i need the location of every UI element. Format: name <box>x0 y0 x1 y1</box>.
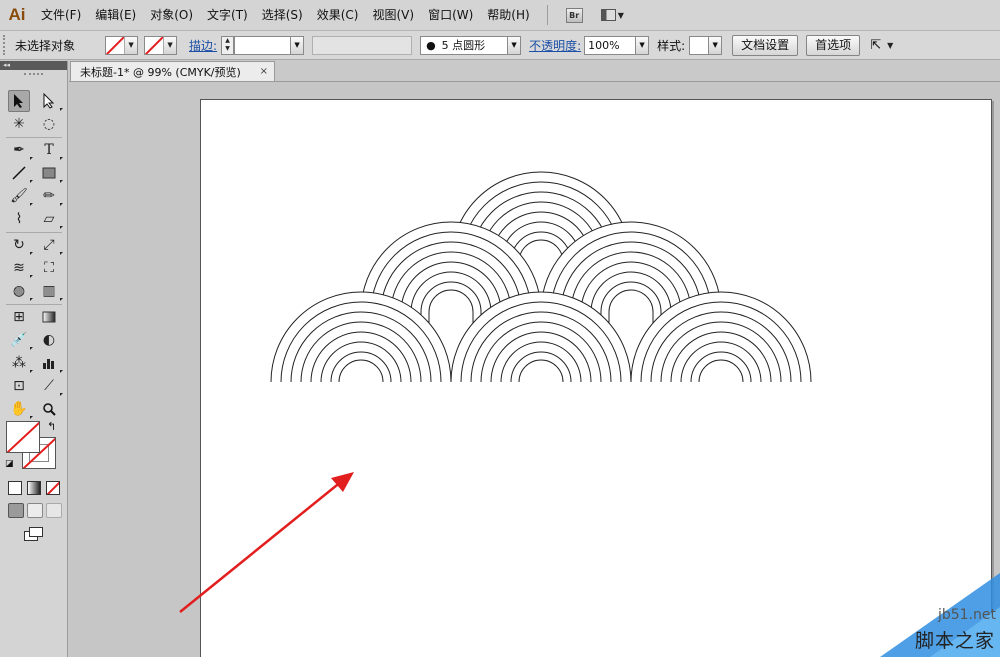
stroke-weight-field[interactable] <box>234 35 292 55</box>
menu-type[interactable]: 文字(T) <box>200 0 255 31</box>
chevron-down-icon[interactable]: ▼ <box>887 41 893 50</box>
stroke-label[interactable]: 描边: <box>189 37 217 54</box>
stroke-color-picker[interactable]: ▼ <box>144 35 178 55</box>
bridge-button[interactable]: Br <box>565 7 583 23</box>
fill-swatch[interactable] <box>6 421 40 453</box>
graphic-style-swatch[interactable] <box>689 35 710 55</box>
app-logo: Ai <box>8 5 26 24</box>
direct-selection-tool-icon[interactable] <box>38 90 63 112</box>
brush-definition-field[interactable]: ● 5 点圆形 <box>420 35 509 55</box>
document-tab[interactable]: 未标题-1* @ 99% (CMYK/预览) × <box>70 61 275 81</box>
stroke-none-swatch <box>145 36 165 54</box>
scale-tool-icon[interactable]: ⤢ <box>38 234 63 256</box>
eraser-tool-icon[interactable]: ▱ <box>38 208 63 230</box>
menu-view[interactable]: 视图(V) <box>365 0 421 31</box>
hand-tool-icon[interactable]: ✋ <box>8 398 33 420</box>
fill-color-picker[interactable]: ▼ <box>105 35 139 55</box>
zoom-tool-icon[interactable] <box>38 398 60 420</box>
chevron-down-icon: ▼ <box>125 36 138 54</box>
eyedropper-tool-icon[interactable]: 💉 <box>8 329 33 351</box>
opacity-value: 100% <box>588 38 620 52</box>
control-bar: 未选择对象 ▼ ▼ 描边: ▲ ▼ ▼ ● 5 点圆形 ▼ 不透明度: 100% … <box>0 31 1000 60</box>
stroke-weight-stepper[interactable]: ▲ ▼ <box>221 35 235 55</box>
draw-normal-icon[interactable] <box>8 503 24 518</box>
menu-edit[interactable]: 编辑(E) <box>88 0 143 31</box>
free-transform-tool-icon[interactable]: ⛶ <box>38 257 60 279</box>
menu-divider <box>546 5 548 25</box>
menu-object[interactable]: 对象(O) <box>143 0 200 31</box>
panel-grip[interactable] <box>3 35 9 55</box>
width-tool-icon[interactable]: ≋ <box>8 257 33 279</box>
draw-inside-icon[interactable] <box>46 503 62 518</box>
stroke-weight-dropdown[interactable]: ▼ <box>291 35 305 55</box>
opacity-dropdown[interactable]: ▼ <box>636 35 650 55</box>
canvas-area[interactable] <box>69 82 1000 657</box>
menu-select[interactable]: 选择(S) <box>255 0 310 31</box>
blend-tool-icon[interactable]: ◐ <box>38 329 60 351</box>
document-setup-button[interactable]: 文档设置 <box>732 34 799 56</box>
brush-dot-icon: ● <box>426 38 436 52</box>
brush-dropdown[interactable]: ▼ <box>508 35 522 55</box>
opacity-label[interactable]: 不透明度: <box>529 37 581 54</box>
line-tool-icon[interactable] <box>8 162 33 184</box>
blob-brush-tool-icon[interactable]: ⌇ <box>8 208 30 230</box>
tools-panel: ◂◂ ✳ ◌ ✒ T 🖌 ✏ ⌇ ▱ ↻ ⤢ ≋ ⛶ ◍ ▥ ⊞ 💉 ◐ ⁂ ⊡… <box>0 61 68 657</box>
color-mode-gradient[interactable] <box>27 481 41 495</box>
pencil-tool-icon[interactable]: ✏ <box>38 185 63 207</box>
variable-width-profile <box>312 35 413 55</box>
menu-file[interactable]: 文件(F) <box>34 0 88 31</box>
arrange-icon[interactable]: ⇱ <box>870 38 881 53</box>
opacity-field[interactable]: 100% <box>584 35 637 55</box>
watermark: jb51.net 脚本之家 <box>845 573 1000 657</box>
column-graph-tool-icon[interactable] <box>38 352 63 374</box>
menu-help[interactable]: 帮助(H) <box>480 0 536 31</box>
menu-effect[interactable]: 效果(C) <box>310 0 366 31</box>
type-tool-icon[interactable]: T <box>38 139 63 161</box>
gradient-tool-icon[interactable] <box>38 306 60 328</box>
tool-divider <box>6 137 62 138</box>
close-icon[interactable]: × <box>260 66 268 77</box>
rectangle-tool-icon[interactable] <box>38 162 63 184</box>
color-mode-none[interactable] <box>46 481 60 495</box>
symbol-sprayer-tool-icon[interactable]: ⁂ <box>8 352 33 374</box>
swap-fill-stroke-icon[interactable]: ↰ <box>47 420 56 433</box>
panel-collapse-button[interactable]: ◂◂ <box>0 61 67 70</box>
preferences-button[interactable]: 首选项 <box>806 34 861 56</box>
tool-divider <box>6 304 62 305</box>
lasso-tool-icon[interactable]: ◌ <box>38 113 60 135</box>
selection-status: 未选择对象 <box>15 38 76 53</box>
chevron-down-icon: ▼ <box>164 36 177 54</box>
magic-wand-tool-icon[interactable]: ✳ <box>8 113 30 135</box>
style-label: 样式: <box>657 38 686 53</box>
artboard-tool-icon[interactable]: ⊡ <box>8 375 30 397</box>
panel-grip[interactable] <box>24 73 43 81</box>
menu-bar: Ai 文件(F) 编辑(E) 对象(O) 文字(T) 选择(S) 效果(C) 视… <box>0 0 1000 31</box>
watermark-site-name: 脚本之家 <box>914 630 995 652</box>
mesh-tool-icon[interactable]: ⊞ <box>8 306 30 328</box>
workspace-switcher[interactable]: ▼ <box>600 9 624 21</box>
workspace-icon <box>600 9 616 21</box>
fill-none-swatch <box>106 36 126 54</box>
tool-divider <box>6 232 62 233</box>
paintbrush-tool-icon[interactable]: 🖌 <box>8 185 33 207</box>
screen-mode-icon[interactable] <box>24 527 44 543</box>
default-colors-icon[interactable]: ◪ <box>5 459 14 469</box>
slice-tool-icon[interactable]: ⟋ <box>38 375 63 397</box>
selection-tool-icon[interactable] <box>8 90 30 112</box>
draw-behind-icon[interactable] <box>27 503 43 518</box>
rotate-tool-icon[interactable]: ↻ <box>8 234 33 256</box>
chevron-down-icon: ▼ <box>617 10 624 20</box>
color-mode-color[interactable] <box>8 481 22 495</box>
document-tab-title: 未标题-1* @ 99% (CMYK/预览) <box>80 65 241 79</box>
pen-tool-icon[interactable]: ✒ <box>8 139 33 161</box>
menu-window[interactable]: 窗口(W) <box>421 0 480 31</box>
graphic-style-dropdown[interactable]: ▼ <box>709 35 723 55</box>
perspective-grid-tool-icon[interactable]: ▥ <box>38 280 63 302</box>
shape-builder-tool-icon[interactable]: ◍ <box>8 280 33 302</box>
watermark-url: jb51.net <box>937 607 996 623</box>
brush-value: 5 点圆形 <box>441 39 486 52</box>
